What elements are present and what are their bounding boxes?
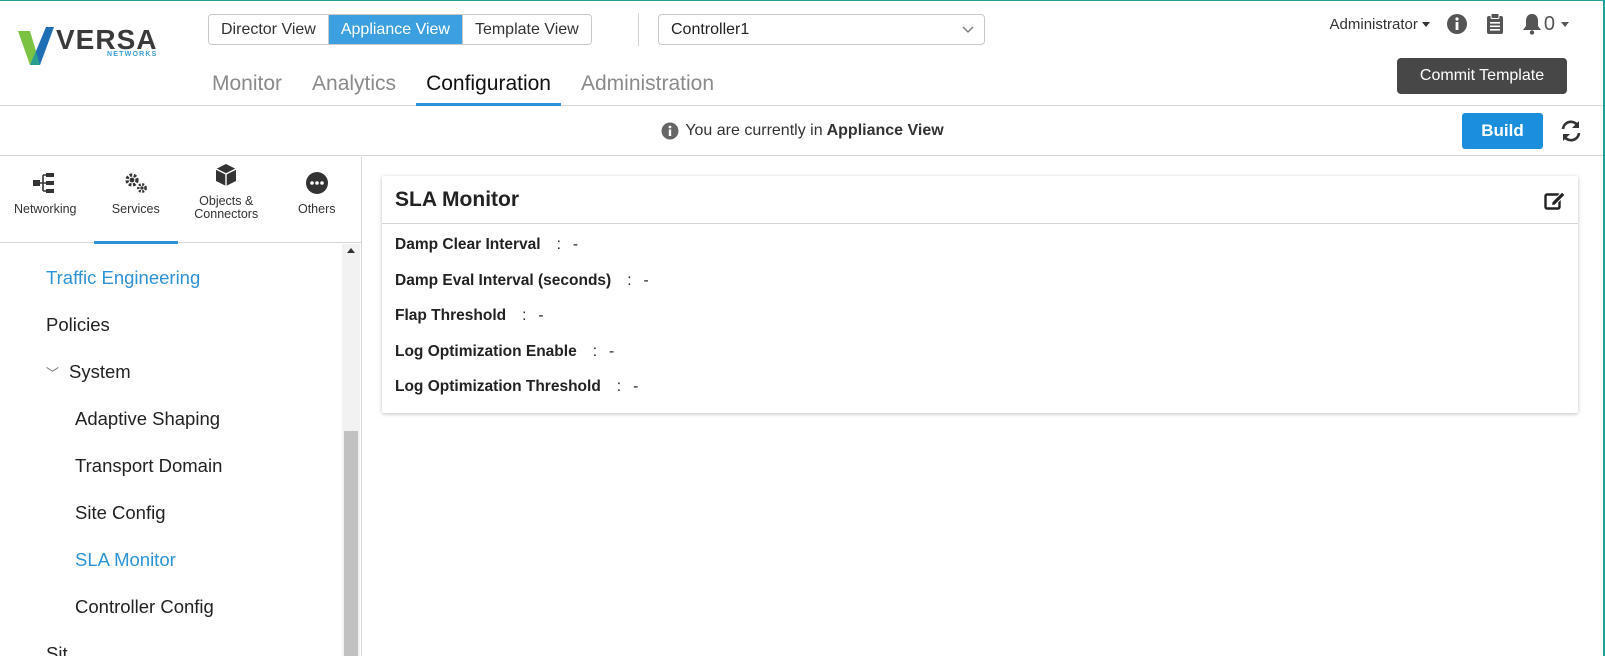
scroll-up-icon[interactable] <box>347 248 355 253</box>
refresh-icon[interactable] <box>1559 120 1583 142</box>
main-content: SLA Monitor Damp Clear Interval : - Damp… <box>363 157 1605 656</box>
tab-networking-label: Networking <box>13 202 77 216</box>
tab-analytics[interactable]: Analytics <box>302 64 406 106</box>
user-bar: Administrator 0 <box>1330 11 1569 37</box>
versa-logo-mark-icon <box>18 27 54 65</box>
controller-select-value: Controller1 <box>671 21 750 38</box>
tab-monitor[interactable]: Monitor <box>202 64 292 106</box>
tree-item-system[interactable]: ﹀ System <box>46 361 131 383</box>
tab-services[interactable]: Services <box>91 157 182 244</box>
gears-icon <box>91 171 182 195</box>
view-status-message: You are currently in Appliance View <box>0 122 1605 140</box>
tree-item-system-label: System <box>69 361 131 382</box>
config-tree: Traffic Engineering Policies ﹀ System Ada… <box>0 244 342 656</box>
edit-icon[interactable] <box>1544 190 1566 210</box>
field-value: - <box>643 271 649 289</box>
field-flap-threshold: Flap Threshold : - <box>395 307 544 324</box>
field-label: Damp Clear Interval <box>395 236 541 253</box>
template-view-button[interactable]: Template View <box>461 15 591 44</box>
info-bar: You are currently in Appliance View Buil… <box>0 106 1605 156</box>
caret-down-icon <box>1421 21 1430 27</box>
field-damp-eval-interval: Damp Eval Interval (seconds) : - <box>395 271 649 289</box>
user-name: Administrator <box>1329 15 1418 33</box>
main-nav: Monitor Analytics Configuration Administ… <box>202 64 734 106</box>
tab-networking[interactable]: Networking <box>0 157 91 243</box>
tree-item-sla-monitor[interactable]: SLA Monitor <box>75 549 176 571</box>
card-header: SLA Monitor <box>382 176 1578 224</box>
tree-item-policies[interactable]: Policies <box>46 314 110 336</box>
field-label: Flap Threshold <box>395 307 507 324</box>
tab-services-label: Services <box>111 202 160 216</box>
commit-template-button[interactable]: Commit Template <box>1397 58 1567 94</box>
sla-monitor-card: SLA Monitor Damp Clear Interval : - Damp… <box>382 176 1578 413</box>
tab-others-label: Others <box>297 202 336 216</box>
top-bar: VERSA NETWORKS Director View Appliance V… <box>0 0 1605 106</box>
notification-count: 0 <box>1543 12 1555 35</box>
tree-item-transport-domain[interactable]: Transport Domain <box>75 455 222 477</box>
notifications-menu[interactable]: 0 <box>1522 13 1569 35</box>
card-fields: Damp Clear Interval : - Damp Eval Interv… <box>382 224 1578 414</box>
card-title: SLA Monitor <box>395 188 520 211</box>
field-label: Log Optimization Threshold <box>395 378 601 395</box>
tree-item-adaptive-shaping[interactable]: Adaptive Shaping <box>75 408 220 430</box>
user-menu[interactable]: Administrator <box>1330 16 1430 33</box>
tree-scrollbar[interactable] <box>342 244 360 656</box>
info-icon[interactable] <box>1446 13 1468 35</box>
field-label: Damp Eval Interval (seconds) <box>395 271 612 289</box>
divider <box>638 13 639 46</box>
field-log-optimization-enable: Log Optimization Enable : - <box>395 342 615 360</box>
tab-others[interactable]: Others <box>272 157 362 243</box>
field-label: Log Optimization Enable <box>395 342 577 360</box>
tree-item-controller-config[interactable]: Controller Config <box>75 596 214 618</box>
scroll-thumb[interactable] <box>344 431 358 656</box>
chevron-down-icon <box>962 26 974 33</box>
versa-logo[interactable]: VERSA NETWORKS <box>16 25 157 69</box>
field-value: - <box>633 378 639 395</box>
status-current-view: Appliance View <box>826 122 944 139</box>
network-tree-icon <box>0 171 91 195</box>
tree-item-site-config[interactable]: Site Config <box>75 502 166 524</box>
field-value: - <box>572 236 579 253</box>
appliance-view-button[interactable]: Appliance View <box>327 15 462 44</box>
bell-icon <box>1522 14 1541 35</box>
tab-objects-label-2: Connectors <box>194 207 259 221</box>
field-value: - <box>538 307 544 324</box>
field-value: - <box>609 342 615 360</box>
director-view-button[interactable]: Director View <box>209 15 328 44</box>
ellipsis-icon <box>272 171 362 195</box>
info-icon <box>661 122 679 140</box>
build-button[interactable]: Build <box>1462 113 1543 149</box>
tree-item-traffic-engineering[interactable]: Traffic Engineering <box>46 267 200 289</box>
left-panel: Networking Services Objects & Connectors… <box>0 157 362 656</box>
cube-icon <box>181 163 272 187</box>
status-prefix: You are currently in <box>685 122 823 139</box>
category-tabs: Networking Services Objects & Connectors… <box>0 157 362 244</box>
tab-configuration[interactable]: Configuration <box>416 64 561 106</box>
tab-objects-connectors[interactable]: Objects & Connectors <box>181 157 272 243</box>
field-log-optimization-threshold: Log Optimization Threshold : - <box>395 378 639 395</box>
controller-select[interactable]: Controller1 <box>658 14 985 45</box>
caret-down-icon <box>1561 21 1569 27</box>
clipboard-icon[interactable] <box>1484 13 1506 35</box>
chevron-down-icon[interactable]: ﹀ <box>46 363 59 382</box>
tree-item-partial[interactable]: Sit... <box>46 643 83 656</box>
tab-administration[interactable]: Administration <box>571 64 724 106</box>
view-switch: Director View Appliance View Template Vi… <box>208 14 592 45</box>
field-damp-clear-interval: Damp Clear Interval : - <box>395 236 579 253</box>
